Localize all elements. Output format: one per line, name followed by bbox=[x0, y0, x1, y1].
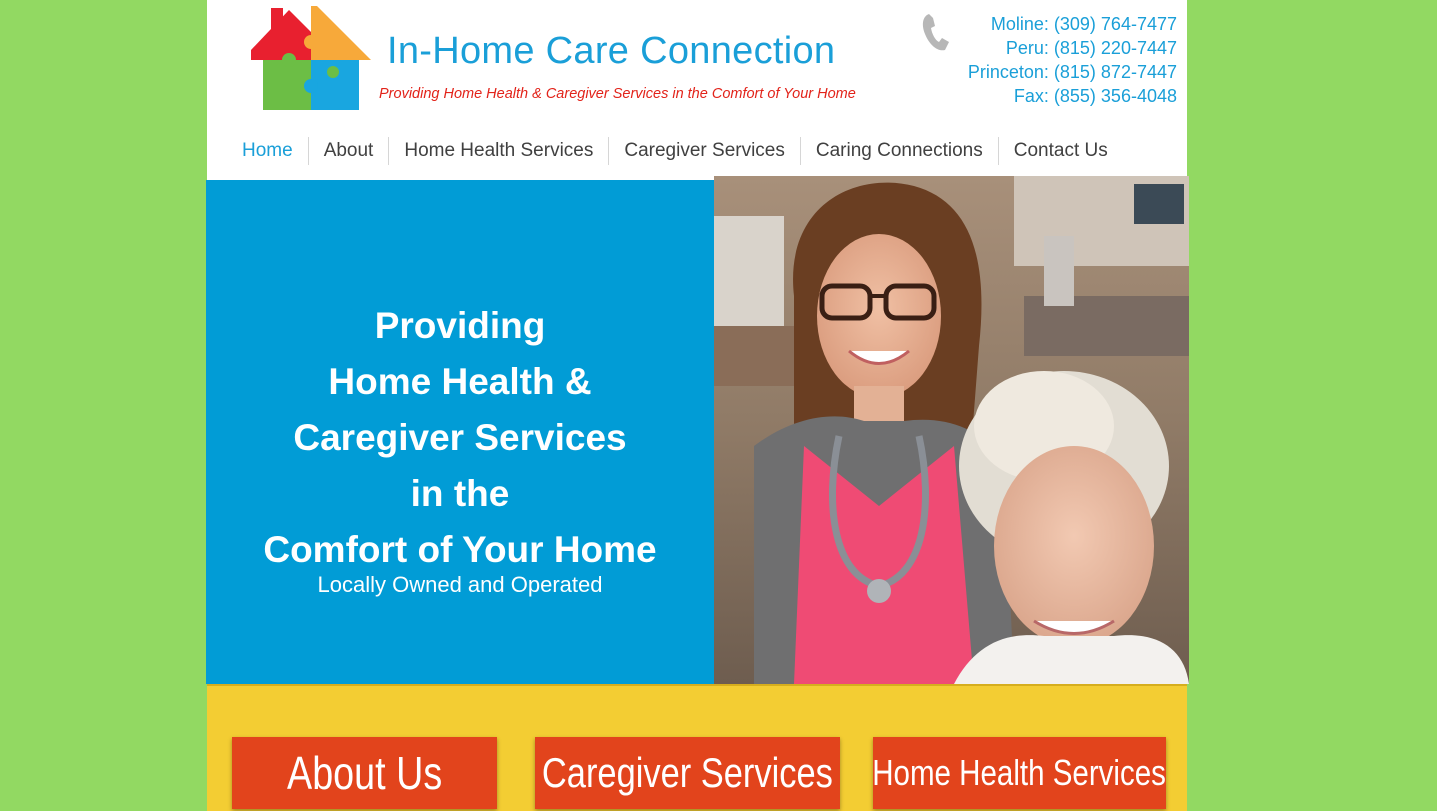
nav-item-caring-connections[interactable]: Caring Connections bbox=[799, 137, 998, 165]
main-nav: Home About Home Health Services Caregive… bbox=[227, 136, 1123, 166]
contact-moline[interactable]: Moline: (309) 764-7477 bbox=[968, 12, 1177, 36]
home-health-services-button[interactable]: Home Health Services bbox=[873, 737, 1166, 809]
hero-subtitle: Locally Owned and Operated bbox=[317, 572, 603, 597]
hero-banner: Providing Home Health & Caregiver Servic… bbox=[206, 180, 714, 684]
hero-line: Comfort of Your Home bbox=[263, 529, 657, 570]
nav-item-contact-us[interactable]: Contact Us bbox=[997, 137, 1123, 165]
hero-line: Caregiver Services bbox=[293, 417, 627, 458]
contact-fax: Fax: (855) 356-4048 bbox=[1013, 86, 1177, 106]
contact-peru[interactable]: Peru: (815) 220-7447 bbox=[968, 36, 1177, 60]
tagline: Providing Home Health & Caregiver Servic… bbox=[379, 86, 856, 102]
hero-line: Providing bbox=[374, 305, 546, 346]
hero-heading: Providing Home Health & Caregiver Servic… bbox=[206, 298, 714, 578]
hero-photo bbox=[714, 176, 1189, 684]
caregiver-services-button[interactable]: Caregiver Services bbox=[535, 737, 840, 809]
caregiver-services-button-label: Caregiver Services bbox=[542, 749, 833, 796]
nav-item-caregiver-services[interactable]: Caregiver Services bbox=[608, 137, 800, 165]
page-container: In-Home Care Connection Providing Home H… bbox=[206, 0, 1189, 811]
about-us-button-label: About Us bbox=[286, 747, 443, 799]
about-us-button[interactable]: About Us bbox=[232, 737, 497, 809]
puzzle-house-logo[interactable] bbox=[249, 2, 373, 114]
nav-item-about[interactable]: About bbox=[307, 137, 389, 165]
contact-list: Moline: (309) 764-7477 Peru: (815) 220-7… bbox=[968, 12, 1177, 108]
contact-princeton[interactable]: Princeton: (815) 872-7447 bbox=[968, 60, 1177, 84]
nav-item-home[interactable]: Home bbox=[227, 137, 308, 165]
phone-icon bbox=[922, 14, 949, 51]
home-health-services-button-label: Home Health Services bbox=[872, 752, 1167, 793]
nav-item-home-health-services[interactable]: Home Health Services bbox=[388, 137, 608, 165]
hero-line: in the bbox=[410, 473, 510, 514]
hero-line: Home Health & bbox=[328, 361, 592, 402]
site-title[interactable]: In-Home Care Connection bbox=[387, 30, 835, 73]
